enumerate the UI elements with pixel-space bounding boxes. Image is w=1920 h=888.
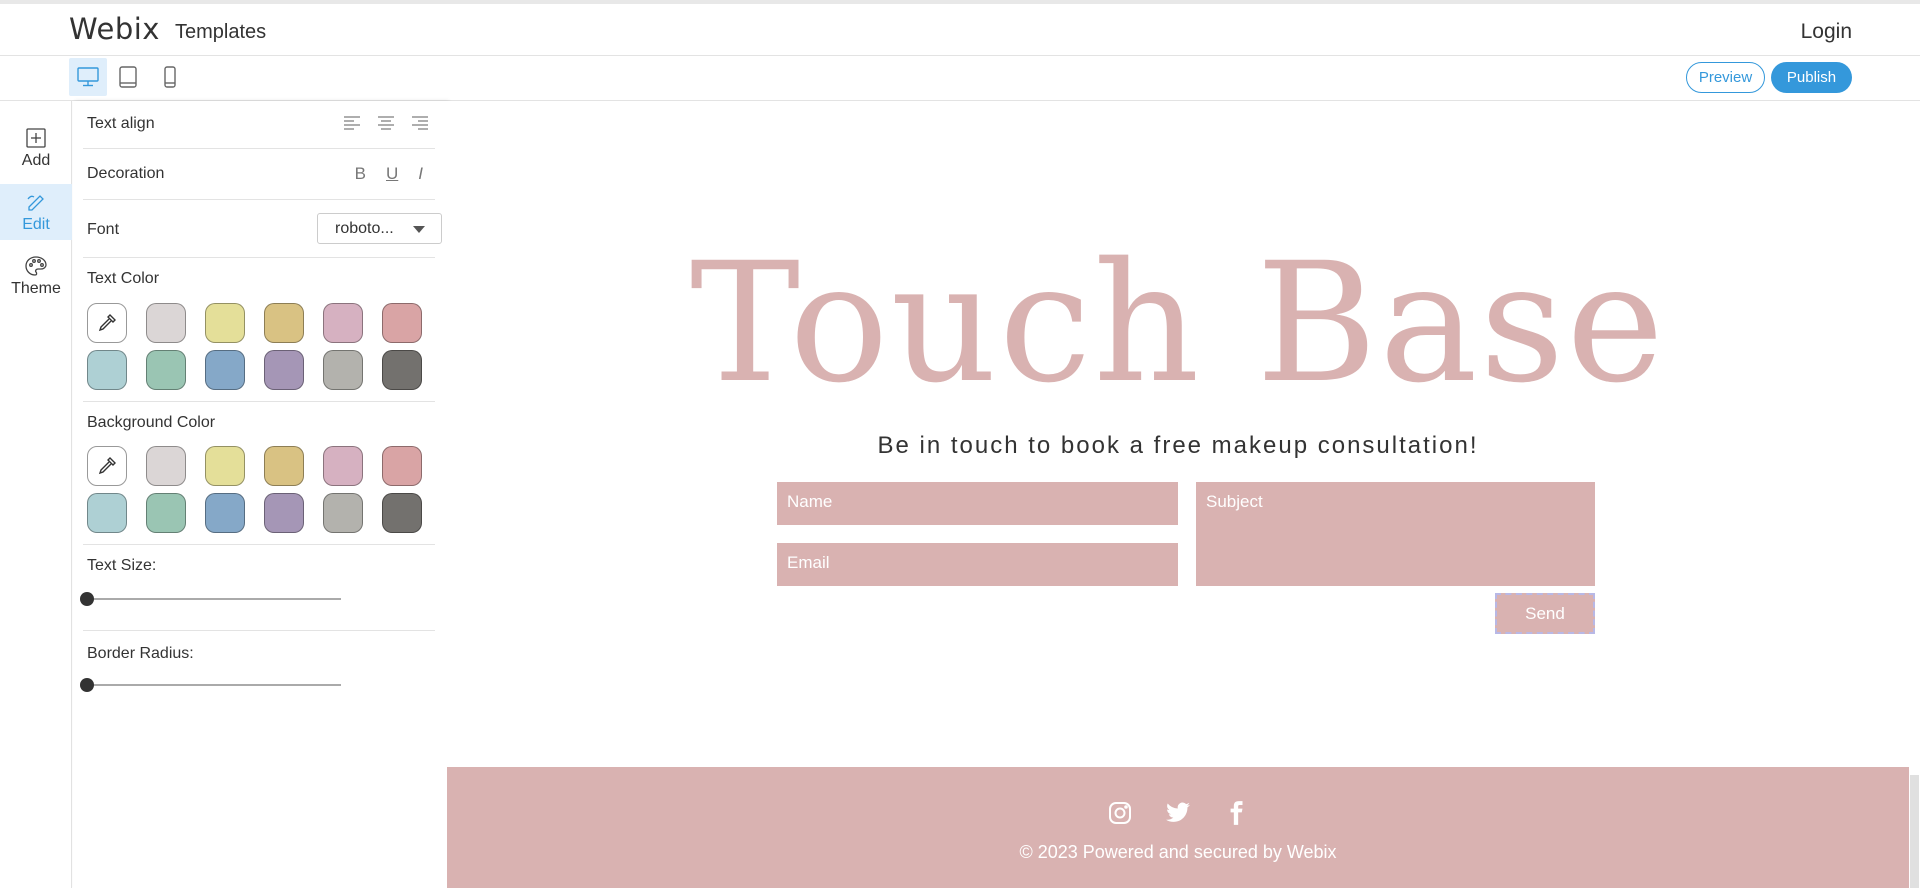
color-swatch[interactable] [146, 303, 186, 343]
color-swatch[interactable] [205, 493, 245, 533]
bold-icon[interactable]: B [355, 164, 366, 184]
page-footer: © 2023 Powered and secured by Webix [447, 767, 1909, 888]
add-square-icon [26, 127, 46, 148]
text-size-row: Text Size: [80, 545, 435, 631]
text-color-label: Text Color [87, 270, 160, 287]
text-align-row: Text align [83, 101, 435, 149]
slider-track [87, 598, 341, 600]
border-radius-slider[interactable] [80, 678, 341, 692]
device-toolbar: Preview Publish [0, 56, 1920, 101]
color-swatch[interactable] [382, 350, 422, 390]
eyedropper-icon[interactable] [87, 446, 127, 486]
rail-item-label: Edit [22, 215, 50, 233]
color-swatch[interactable] [205, 446, 245, 486]
subject-placeholder: Subject [1206, 492, 1263, 511]
color-swatch[interactable] [264, 350, 304, 390]
underline-icon[interactable]: U [386, 164, 398, 184]
decoration-label: Decoration [87, 165, 165, 182]
twitter-icon[interactable] [1165, 800, 1191, 826]
email-field[interactable]: Email [777, 543, 1178, 586]
slider-thumb[interactable] [80, 678, 94, 692]
color-swatch[interactable] [146, 350, 186, 390]
color-swatch[interactable] [382, 493, 422, 533]
facebook-icon[interactable] [1223, 800, 1249, 826]
copyright-text: © 2023 Powered and secured by Webix [1019, 842, 1337, 862]
font-row: Font roboto... [83, 200, 442, 258]
rail-item-theme[interactable]: Theme [0, 248, 72, 304]
eyedropper-icon[interactable] [87, 303, 127, 343]
slider-thumb[interactable] [80, 592, 94, 606]
color-swatch[interactable] [264, 303, 304, 343]
tablet-view-button[interactable] [109, 58, 147, 96]
color-swatch[interactable] [323, 350, 363, 390]
top-bar: Webix Templates Login [0, 0, 1920, 56]
social-links [447, 800, 1909, 826]
italic-icon[interactable]: I [418, 164, 423, 184]
webix-logo[interactable]: Webix [69, 12, 160, 46]
rail-item-label: Theme [11, 279, 61, 297]
font-label: Font [87, 221, 120, 238]
text-align-label: Text align [87, 115, 155, 132]
palette-icon [25, 255, 47, 276]
rail-item-label: Add [21, 151, 51, 169]
color-swatch[interactable] [205, 303, 245, 343]
edit-panel: Text align Decoration B U I Font roboto.… [73, 101, 447, 888]
color-swatch[interactable] [264, 446, 304, 486]
pencil-icon [27, 194, 44, 211]
font-select[interactable]: roboto... [317, 213, 442, 244]
rail-item-add[interactable]: Add [0, 120, 72, 176]
background-color-label: Background Color [87, 414, 216, 431]
color-swatch[interactable] [146, 493, 186, 533]
border-radius-label: Border Radius: [87, 645, 194, 662]
border-radius-row: Border Radius: [80, 631, 435, 717]
mobile-view-button[interactable] [151, 58, 189, 96]
preview-button[interactable]: Preview [1686, 62, 1765, 93]
text-color-row: Text Color [83, 258, 435, 402]
align-center-icon[interactable] [377, 115, 395, 131]
scrollbar-thumb[interactable] [1910, 775, 1919, 888]
color-swatch[interactable] [323, 493, 363, 533]
page-canvas: Touch Base Be in touch to book a free ma… [447, 101, 1920, 888]
name-placeholder: Name [787, 492, 833, 511]
decoration-row: Decoration B U I [83, 149, 435, 200]
hero-title[interactable]: Touch Base [447, 241, 1909, 406]
text-size-slider[interactable] [80, 592, 341, 606]
tablet-icon [119, 66, 137, 88]
desktop-view-button[interactable] [69, 58, 107, 96]
color-swatch[interactable] [323, 303, 363, 343]
publish-button[interactable]: Publish [1771, 62, 1852, 93]
background-color-swatches [87, 446, 422, 533]
send-button[interactable]: Send [1495, 593, 1595, 634]
instagram-icon[interactable] [1107, 800, 1133, 826]
chevron-down-icon [413, 226, 425, 233]
login-link[interactable]: Login [1801, 20, 1852, 44]
email-placeholder: Email [787, 553, 830, 572]
subject-field[interactable]: Subject [1196, 482, 1595, 586]
align-left-icon[interactable] [343, 115, 361, 131]
color-swatch[interactable] [87, 493, 127, 533]
color-swatch[interactable] [87, 350, 127, 390]
background-color-row: Background Color [83, 402, 435, 545]
font-select-value: roboto... [335, 219, 394, 237]
color-swatch[interactable] [205, 350, 245, 390]
templates-link[interactable]: Templates [175, 21, 266, 44]
hero-subtitle[interactable]: Be in touch to book a free makeup consul… [447, 432, 1909, 460]
color-swatch[interactable] [323, 446, 363, 486]
mobile-icon [164, 66, 176, 88]
desktop-icon [77, 67, 99, 87]
color-swatch[interactable] [382, 303, 422, 343]
canvas-scrollbar[interactable] [1909, 101, 1920, 888]
name-field[interactable]: Name [777, 482, 1178, 525]
color-swatch[interactable] [382, 446, 422, 486]
color-swatch[interactable] [146, 446, 186, 486]
text-color-swatches [87, 303, 422, 390]
rail-item-edit[interactable]: Edit [0, 184, 72, 240]
left-rail: Add Edit Theme [0, 101, 72, 888]
color-swatch[interactable] [264, 493, 304, 533]
slider-track [87, 684, 341, 686]
align-right-icon[interactable] [411, 115, 429, 131]
text-size-label: Text Size: [87, 557, 157, 574]
